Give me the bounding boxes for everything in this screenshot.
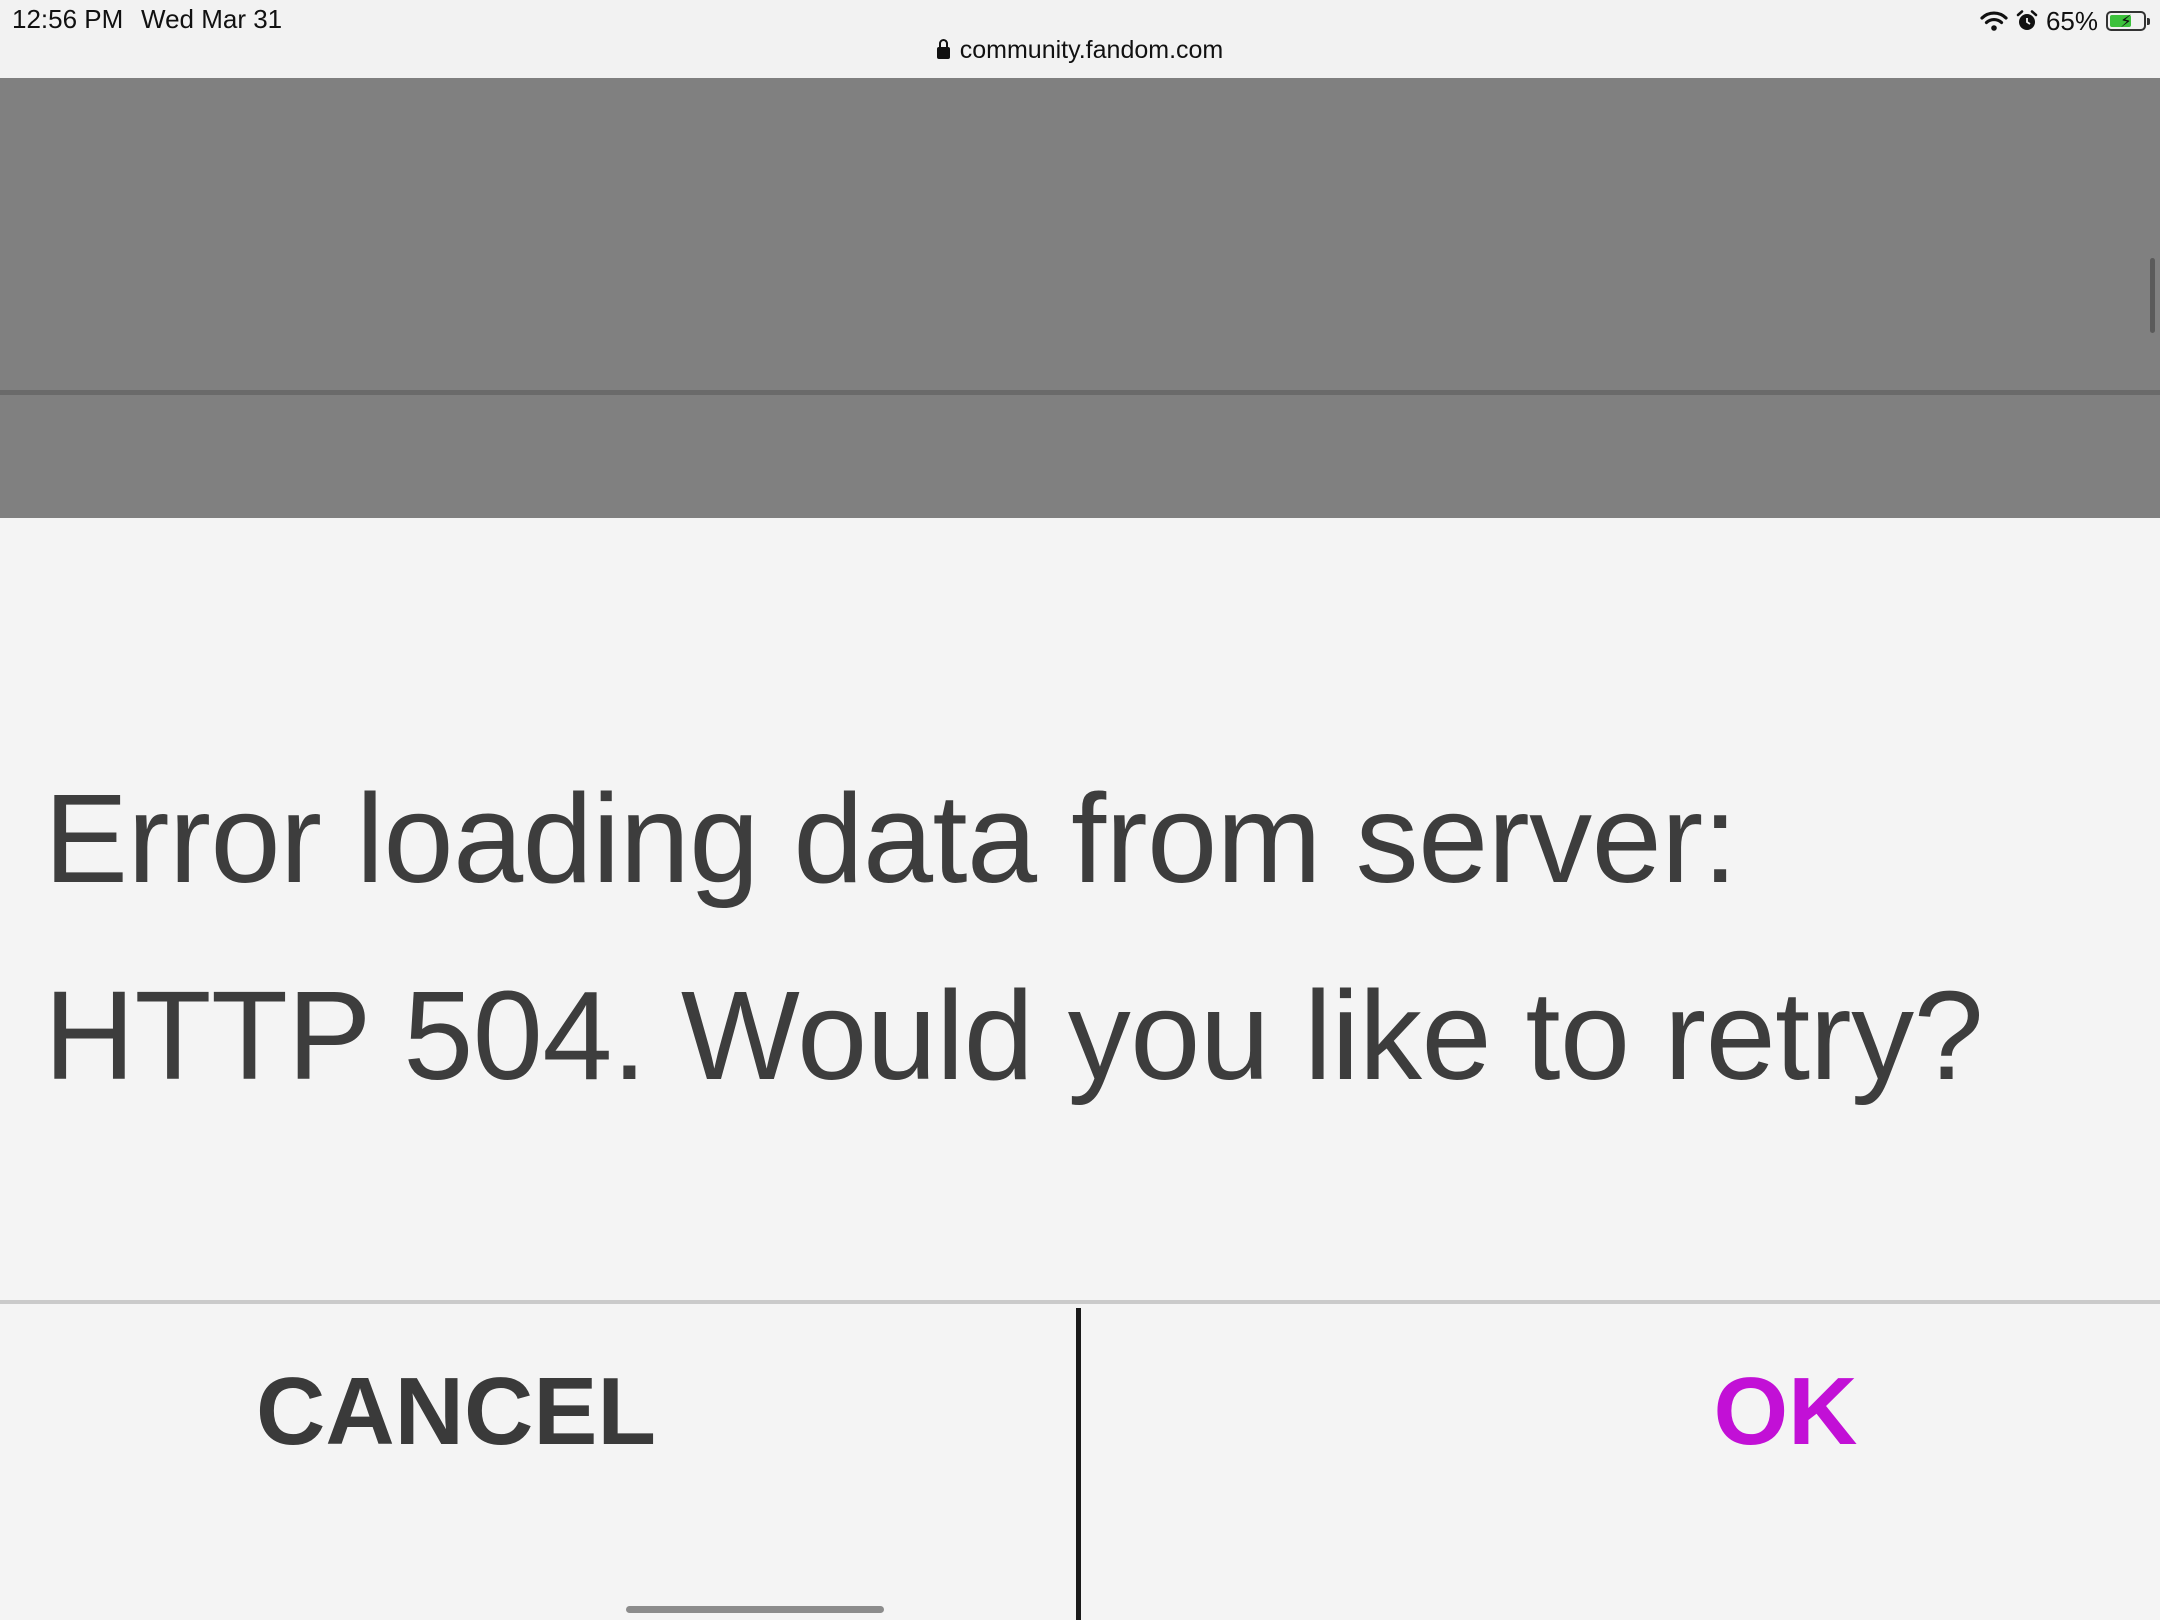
- scroll-indicator[interactable]: [2150, 258, 2155, 333]
- cancel-button[interactable]: CANCEL: [0, 1304, 1076, 1620]
- status-date: Wed Mar 31: [141, 4, 283, 34]
- cancel-button-label: CANCEL: [256, 1358, 656, 1465]
- dialog-message: Error loading data from server: HTTP 504…: [44, 740, 2124, 1134]
- battery-percent: 65%: [2045, 5, 2098, 36]
- screen: 12:56 PM Wed Mar 31 community.fandom.com: [0, 0, 2160, 1620]
- url-text: community.fandom.com: [959, 36, 1224, 64]
- status-icons: 65% ⚡: [1980, 4, 2150, 38]
- dialog-message-line-2: HTTP 504. Would you like to retry?: [44, 965, 1984, 1106]
- dialog-message-line-1: Error loading data from server:: [44, 768, 1738, 909]
- home-indicator[interactable]: [626, 1606, 884, 1613]
- alarm-icon: [2016, 10, 2038, 32]
- dimmed-page-overlay[interactable]: [0, 78, 2160, 518]
- overlay-divider: [0, 390, 2160, 395]
- status-time: 12:56 PM: [12, 4, 124, 34]
- ok-button[interactable]: OK: [1081, 1304, 2160, 1620]
- status-bar: 12:56 PM Wed Mar 31 community.fandom.com: [0, 0, 2160, 78]
- error-dialog: Error loading data from server: HTTP 504…: [0, 518, 2160, 1620]
- ok-button-label: OK: [1713, 1358, 1858, 1465]
- wifi-icon: [1980, 10, 2008, 32]
- lock-icon: [936, 39, 950, 59]
- url-bar[interactable]: community.fandom.com: [0, 36, 2160, 65]
- battery-charging-icon: ⚡: [2106, 11, 2150, 31]
